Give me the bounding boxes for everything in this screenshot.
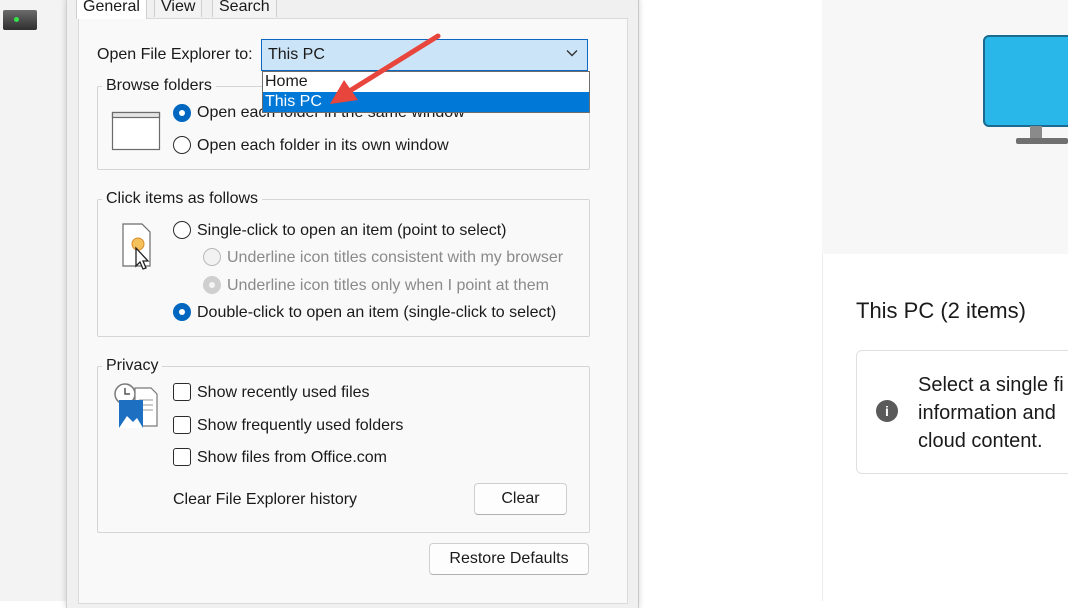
browse-folders-title: Browse folders — [102, 77, 216, 95]
clear-history-label: Clear File Explorer history — [173, 491, 358, 508]
radio-underline-point — [203, 276, 221, 294]
radio-double-click-label: Double-click to open an item (single-cli… — [197, 304, 557, 321]
radio-underline-point-label: Underline icon titles only when I point … — [227, 277, 549, 294]
checkbox-office-files-label: Show files from Office.com — [197, 449, 387, 466]
tab-view[interactable]: View — [154, 0, 203, 17]
window-icon — [111, 111, 161, 151]
info-text-line-2: information and — [918, 402, 1056, 424]
annotation-arrow-icon — [330, 33, 441, 104]
drive-led-icon — [14, 17, 19, 22]
radio-double-click[interactable] — [173, 303, 191, 321]
privacy-documents-icon — [114, 383, 158, 428]
radio-single-click-label: Single-click to open an item (point to s… — [197, 222, 507, 239]
drive-icon — [3, 10, 37, 30]
tab-general[interactable]: General — [76, 0, 147, 19]
radio-underline-browser — [203, 248, 221, 266]
open-explorer-label: Open File Explorer to: — [97, 46, 253, 63]
info-text-line-1: Select a single fi — [918, 374, 1064, 396]
privacy-title: Privacy — [102, 357, 163, 375]
details-heading: This PC (2 items) — [856, 298, 1026, 323]
background-window-strip — [0, 0, 66, 601]
pointer-document-icon — [122, 223, 151, 270]
radio-same-window[interactable] — [173, 104, 191, 122]
checkbox-recent-files[interactable] — [173, 383, 191, 401]
monitor-icon — [983, 35, 1068, 144]
radio-own-window[interactable] — [173, 136, 191, 154]
radio-own-window-label: Open each folder in its own window — [197, 137, 449, 154]
checkbox-office-files[interactable] — [173, 448, 191, 466]
info-icon: i — [876, 400, 898, 422]
radio-underline-browser-label: Underline icon titles consistent with my… — [227, 249, 564, 266]
checkbox-frequent-folders[interactable] — [173, 416, 191, 434]
info-text-line-3: cloud content. — [918, 430, 1043, 452]
chevron-down-icon — [566, 50, 578, 57]
radio-single-click[interactable] — [173, 221, 191, 239]
restore-defaults-button[interactable]: Restore Defaults — [429, 543, 589, 575]
checkbox-recent-files-label: Show recently used files — [197, 384, 370, 401]
tab-search[interactable]: Search — [212, 0, 277, 17]
tab-bar: General View Search — [66, 0, 637, 19]
click-items-title: Click items as follows — [102, 190, 263, 208]
checkbox-frequent-folders-label: Show frequently used folders — [197, 417, 404, 434]
clear-button[interactable]: Clear — [474, 483, 567, 515]
